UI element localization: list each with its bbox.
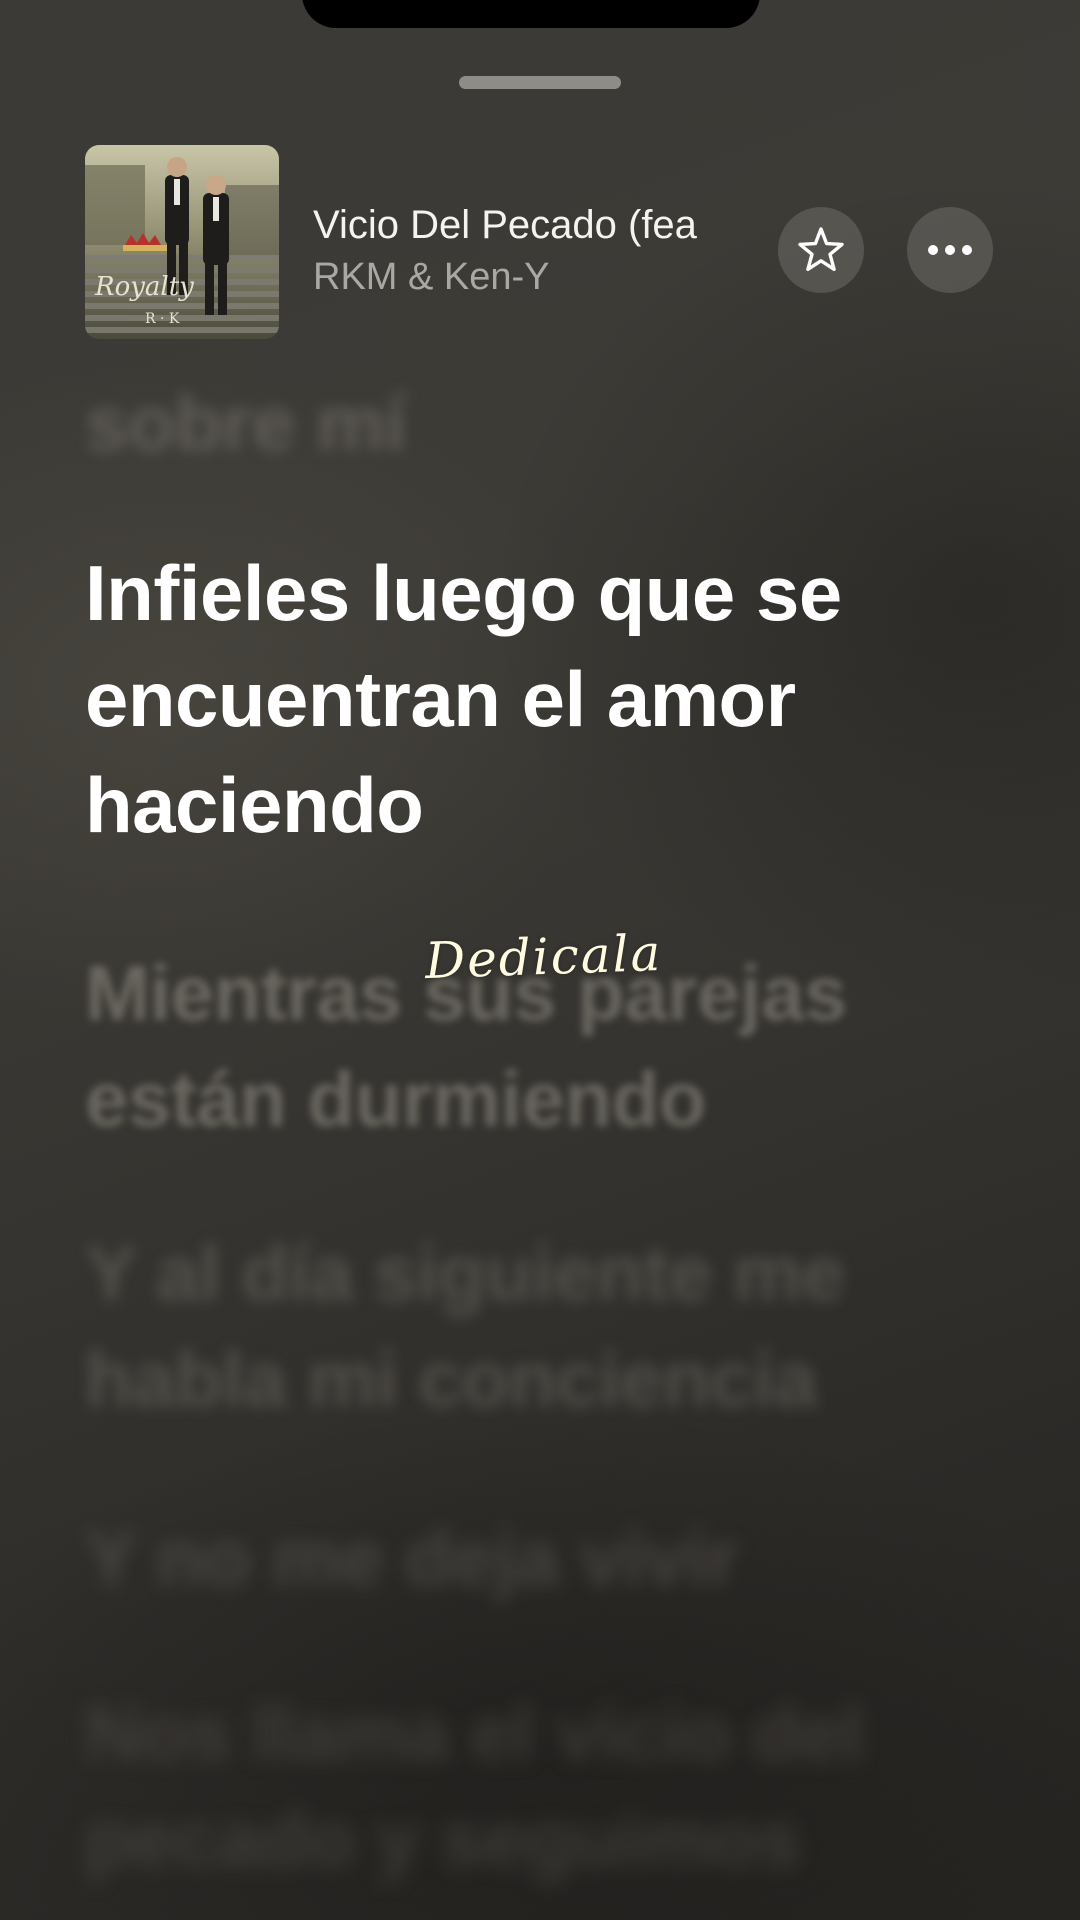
- lyric-line-upcoming[interactable]: Nos llama el vicio del pecado y seguimos: [85, 1680, 1025, 1892]
- ellipsis-icon: [928, 245, 972, 255]
- album-artwork[interactable]: Royalty R · K: [85, 145, 279, 339]
- dynamic-island: [302, 0, 760, 28]
- sheet-grabber-handle[interactable]: [459, 76, 621, 89]
- lyric-line-upcoming[interactable]: Y no me deja vivir: [85, 1505, 1025, 1611]
- star-icon: [798, 227, 844, 271]
- svg-text:R · K: R · K: [145, 311, 180, 327]
- album-artwork-image: Royalty R · K: [85, 145, 279, 339]
- lyric-line-previous[interactable]: sobre mí: [85, 370, 1025, 476]
- artist-name[interactable]: RKM & Ken-Y: [313, 256, 550, 299]
- song-title[interactable]: Vicio Del Pecado (fea: [313, 203, 763, 248]
- lyric-line-current[interactable]: Infieles luego que se encuentran el amor…: [85, 540, 1025, 858]
- more-options-button[interactable]: [907, 207, 993, 293]
- lyric-line-upcoming[interactable]: Y al día siguiente me habla mi concienci…: [85, 1220, 1025, 1432]
- dedication-handwritten-text: Dedicala: [424, 923, 664, 991]
- svg-text:Royalty: Royalty: [94, 272, 194, 302]
- favorite-button[interactable]: [778, 207, 864, 293]
